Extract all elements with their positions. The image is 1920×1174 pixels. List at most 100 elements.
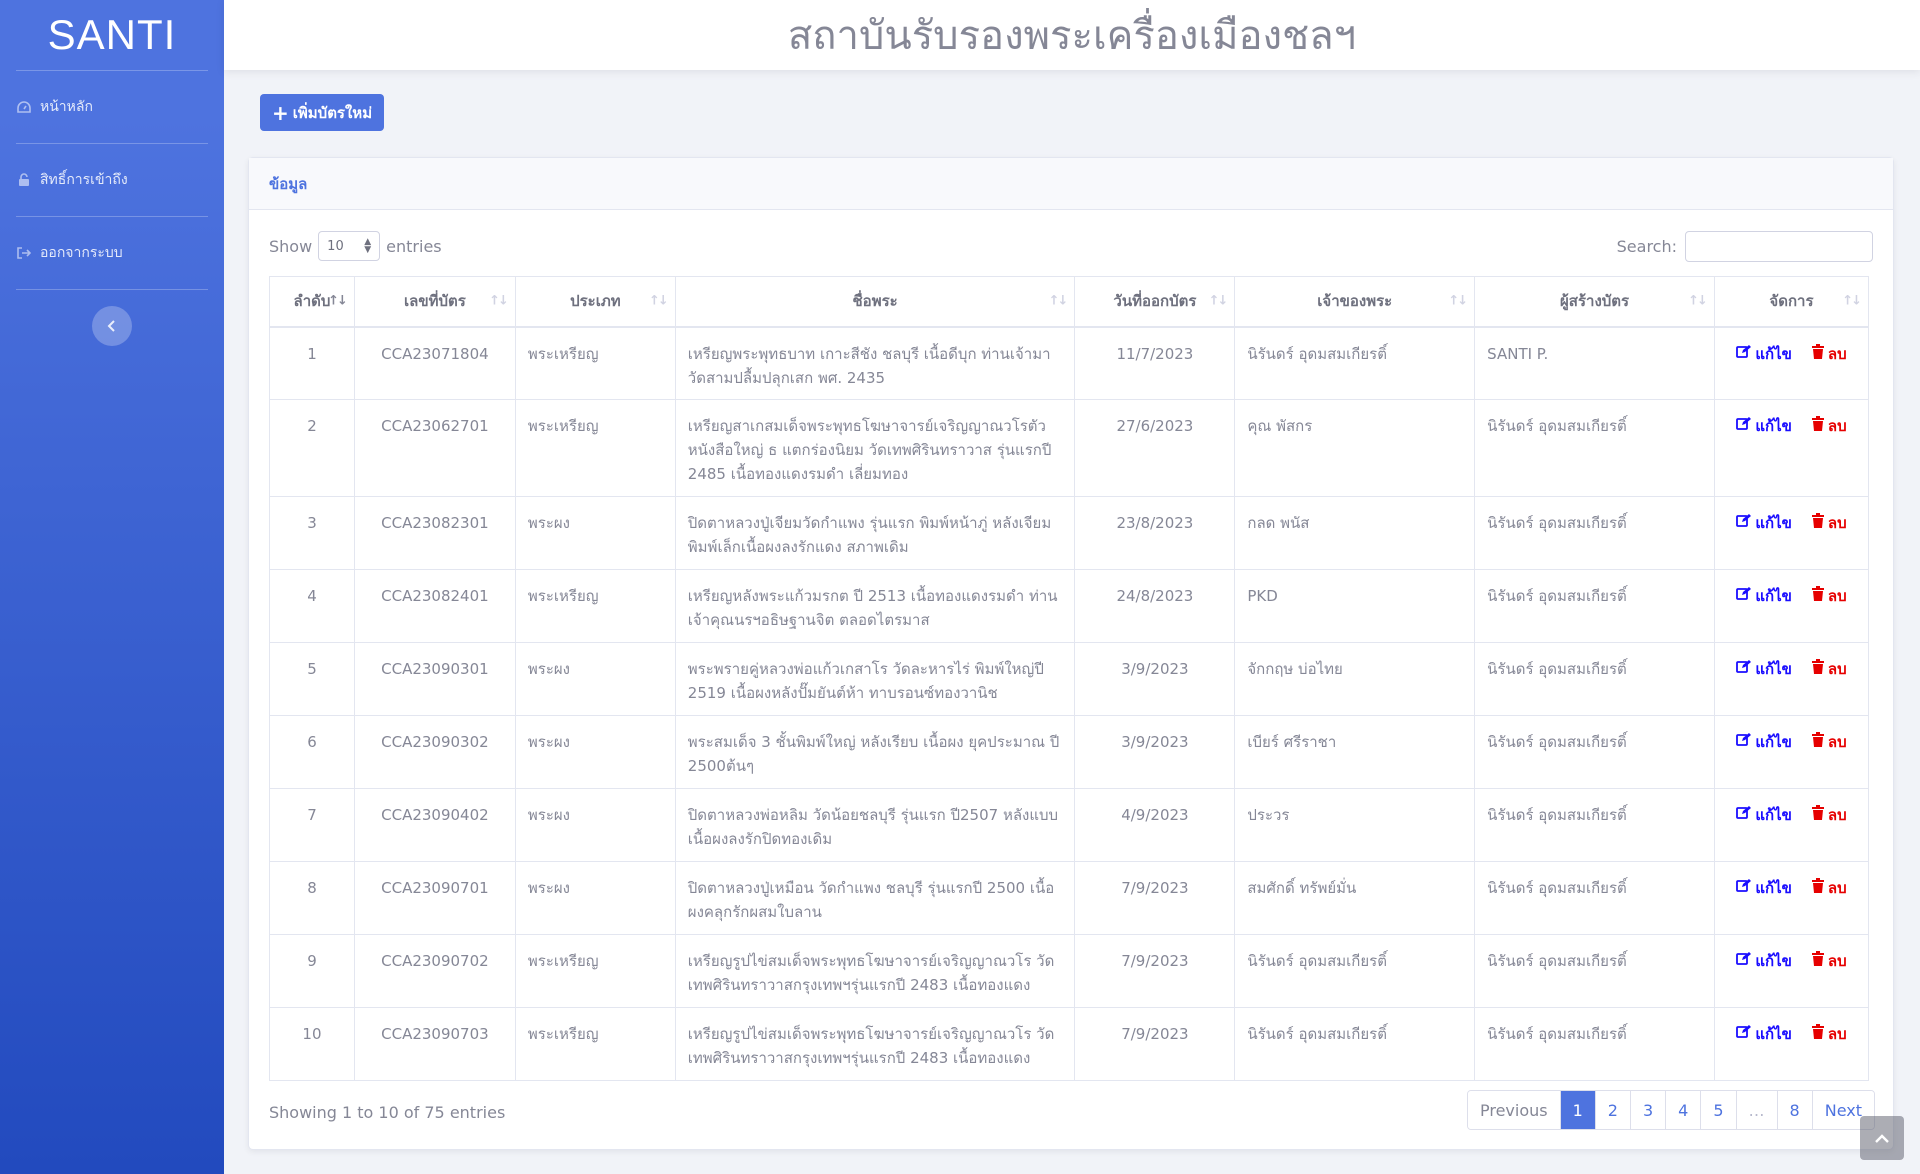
delete-button[interactable]: ลบ — [1811, 730, 1847, 754]
cell-creator: นิรันดร์ อุดมสมเกียรติ์ — [1474, 399, 1715, 497]
column-header-name[interactable]: ชื่อพระ ↑↓ — [674, 276, 1076, 328]
delete-button[interactable]: ลบ — [1811, 949, 1847, 973]
edit-button[interactable]: แก้ไข — [1736, 949, 1792, 973]
edit-icon — [1736, 511, 1752, 535]
cell-name: เหรียญรูปไข่สมเด็จพระพุทธโฆษาจารย์เจริญญ… — [674, 1007, 1076, 1081]
sort-icon: ↑↓ — [1448, 293, 1468, 309]
delete-button[interactable]: ลบ — [1811, 803, 1847, 827]
cell-date: 24/8/2023 — [1074, 569, 1236, 643]
cell-type: พระผง — [514, 715, 676, 789]
table-header-row: ลำดับ ↑↓ เลขที่บัตร ↑↓ ประเภท ↑↓ ชื่อพระ ↑↓ … — [269, 276, 1870, 328]
brand-logo[interactable]: SANTI — [0, 0, 224, 70]
cell-name: ปิดตาหลวงพ่อหลิม วัดน้อยชลบุรี รุ่นแรก ป… — [674, 788, 1076, 862]
sidebar-toggle-button[interactable] — [92, 306, 132, 346]
cell-type: พระเหรียญ — [514, 326, 676, 400]
pagination-page-8[interactable]: 8 — [1776, 1091, 1812, 1129]
delete-label: ลบ — [1827, 1025, 1847, 1043]
cell-no: 2 — [269, 399, 355, 497]
pagination-page-2[interactable]: 2 — [1594, 1091, 1630, 1129]
sort-arrows-icon: ▲ ▼ — [364, 237, 372, 255]
edit-button[interactable]: แก้ไข — [1736, 730, 1792, 754]
edit-button[interactable]: แก้ไข — [1736, 1022, 1792, 1046]
add-card-label: เพิ่มบัตรใหม่ — [292, 103, 373, 122]
cell-creator: นิรันดร์ อุดมสมเกียรติ์ — [1474, 1007, 1715, 1081]
cell-type: พระเหรียญ — [514, 1007, 676, 1081]
trash-icon — [1811, 803, 1824, 827]
page-size-select[interactable]: 10 ▲ ▼ — [318, 231, 381, 261]
table-row: 1 CCA23071804 พระเหรียญ เหรียญพระพุทธบาท เก… — [269, 326, 1870, 400]
cell-creator: นิรันดร์ อุดมสมเกียรติ์ — [1474, 569, 1715, 643]
pagination-page-3[interactable]: 3 — [1629, 1091, 1666, 1129]
column-header-creator[interactable]: ผู้สร้างบัตร ↑↓ — [1474, 276, 1715, 328]
edit-button[interactable]: แก้ไข — [1736, 584, 1792, 608]
cell-type: พระผง — [514, 642, 676, 716]
sidebar-item-label: หน้าหลัก — [40, 99, 93, 115]
delete-button[interactable]: ลบ — [1811, 511, 1847, 535]
delete-button[interactable]: ลบ — [1811, 342, 1847, 366]
cell-owner: กลด พนัส — [1234, 496, 1476, 570]
delete-label: ลบ — [1827, 660, 1847, 678]
column-header-type[interactable]: ประเภท ↑↓ — [514, 276, 676, 328]
scroll-to-top-button[interactable] — [1860, 1116, 1904, 1160]
edit-button[interactable]: แก้ไข — [1736, 342, 1792, 366]
table-row: 4 CCA23082401 พระเหรียญ เหรียญหลังพระแก้วมร… — [269, 569, 1870, 643]
edit-icon — [1736, 657, 1752, 681]
edit-label: แก้ไข — [1755, 733, 1792, 751]
pagination-previous[interactable]: Previous — [1467, 1091, 1560, 1129]
column-header-owner[interactable]: เจ้าของพระ ↑↓ — [1234, 276, 1476, 328]
delete-button[interactable]: ลบ — [1811, 657, 1847, 681]
delete-button[interactable]: ลบ — [1811, 584, 1847, 608]
cell-owner: ประวร — [1234, 788, 1476, 862]
edit-button[interactable]: แก้ไข — [1736, 414, 1792, 438]
cell-card-no: CCA23071804 — [353, 326, 516, 400]
sign-out-icon — [16, 245, 32, 261]
sidebar-item-logout[interactable]: ออกจากระบบ — [0, 217, 224, 289]
sort-icon: ↑↓ — [1842, 293, 1862, 309]
pagination-page-5[interactable]: 5 — [1700, 1091, 1736, 1129]
edit-button[interactable]: แก้ไข — [1736, 511, 1792, 535]
cell-name: พระสมเด็จ 3 ชั้นพิมพ์ใหญ่ หลังเรียบ เนื้… — [674, 715, 1076, 789]
table-row: 5 CCA23090301 พระผง พระพรายคู่หลวงพ่อแก้วเก… — [269, 642, 1870, 716]
page-title: สถาบันรับรองพระเครื่องเมืองชลฯ — [787, 13, 1357, 59]
cell-card-no: CCA23082401 — [353, 569, 516, 643]
cell-date: 11/7/2023 — [1074, 326, 1236, 400]
column-header-actions[interactable]: จัดการ ↑↓ — [1713, 276, 1870, 328]
column-header-date[interactable]: วันที่ออกบัตร ↑↓ — [1074, 276, 1236, 328]
search-input[interactable] — [1685, 231, 1873, 262]
cell-actions: แก้ไข ลบ — [1713, 399, 1870, 497]
pagination-page-1[interactable]: 1 — [1559, 1091, 1595, 1129]
sort-icon: ↑↓ — [1208, 293, 1229, 309]
pagination: Previous 1 2 3 4 5 … 8 Next — [1466, 1090, 1875, 1130]
pagination-page-4[interactable]: 4 — [1665, 1091, 1701, 1129]
edit-icon — [1736, 414, 1752, 438]
sort-asc-icon: ↑↓ — [328, 293, 348, 309]
add-card-button[interactable]: + เพิ่มบัตรใหม่ — [260, 94, 385, 131]
edit-button[interactable]: แก้ไข — [1736, 803, 1792, 827]
cell-date: 4/9/2023 — [1074, 788, 1236, 862]
delete-button[interactable]: ลบ — [1811, 414, 1847, 438]
edit-button[interactable]: แก้ไข — [1736, 657, 1792, 681]
cell-date: 3/9/2023 — [1074, 715, 1236, 789]
sort-icon: ↑↓ — [1688, 293, 1708, 309]
sidebar-item-label: สิทธิ์การเข้าถึง — [40, 172, 128, 188]
trash-icon — [1811, 949, 1824, 973]
sidebar-divider — [16, 289, 208, 290]
sidebar-item-home[interactable]: หน้าหลัก — [0, 71, 224, 143]
cell-no: 8 — [269, 861, 355, 935]
cell-owner: นิรันดร์ อุดมสมเกียรติ์ — [1234, 1007, 1476, 1081]
cell-type: พระผง — [514, 496, 676, 570]
cell-actions: แก้ไข ลบ — [1713, 642, 1870, 716]
column-header-card-no[interactable]: เลขที่บัตร ↑↓ — [353, 276, 516, 328]
trash-icon — [1811, 876, 1824, 900]
sidebar-item-access[interactable]: สิทธิ์การเข้าถึง — [0, 144, 224, 216]
cell-owner: สมศักดิ์ ทรัพย์มั่น — [1234, 861, 1476, 935]
cell-card-no: CCA23090703 — [353, 1007, 516, 1081]
cell-name: ปิดตาหลวงปู่เหมือน วัดกำแพง ชลบุรี รุ่นแ… — [674, 861, 1076, 935]
search-label: Search: — [1616, 237, 1677, 256]
cell-card-no: CCA23090302 — [353, 715, 516, 789]
plus-icon: + — [272, 100, 289, 125]
delete-button[interactable]: ลบ — [1811, 876, 1847, 900]
delete-button[interactable]: ลบ — [1811, 1022, 1847, 1046]
column-header-no[interactable]: ลำดับ ↑↓ — [269, 276, 355, 328]
edit-button[interactable]: แก้ไข — [1736, 876, 1792, 900]
